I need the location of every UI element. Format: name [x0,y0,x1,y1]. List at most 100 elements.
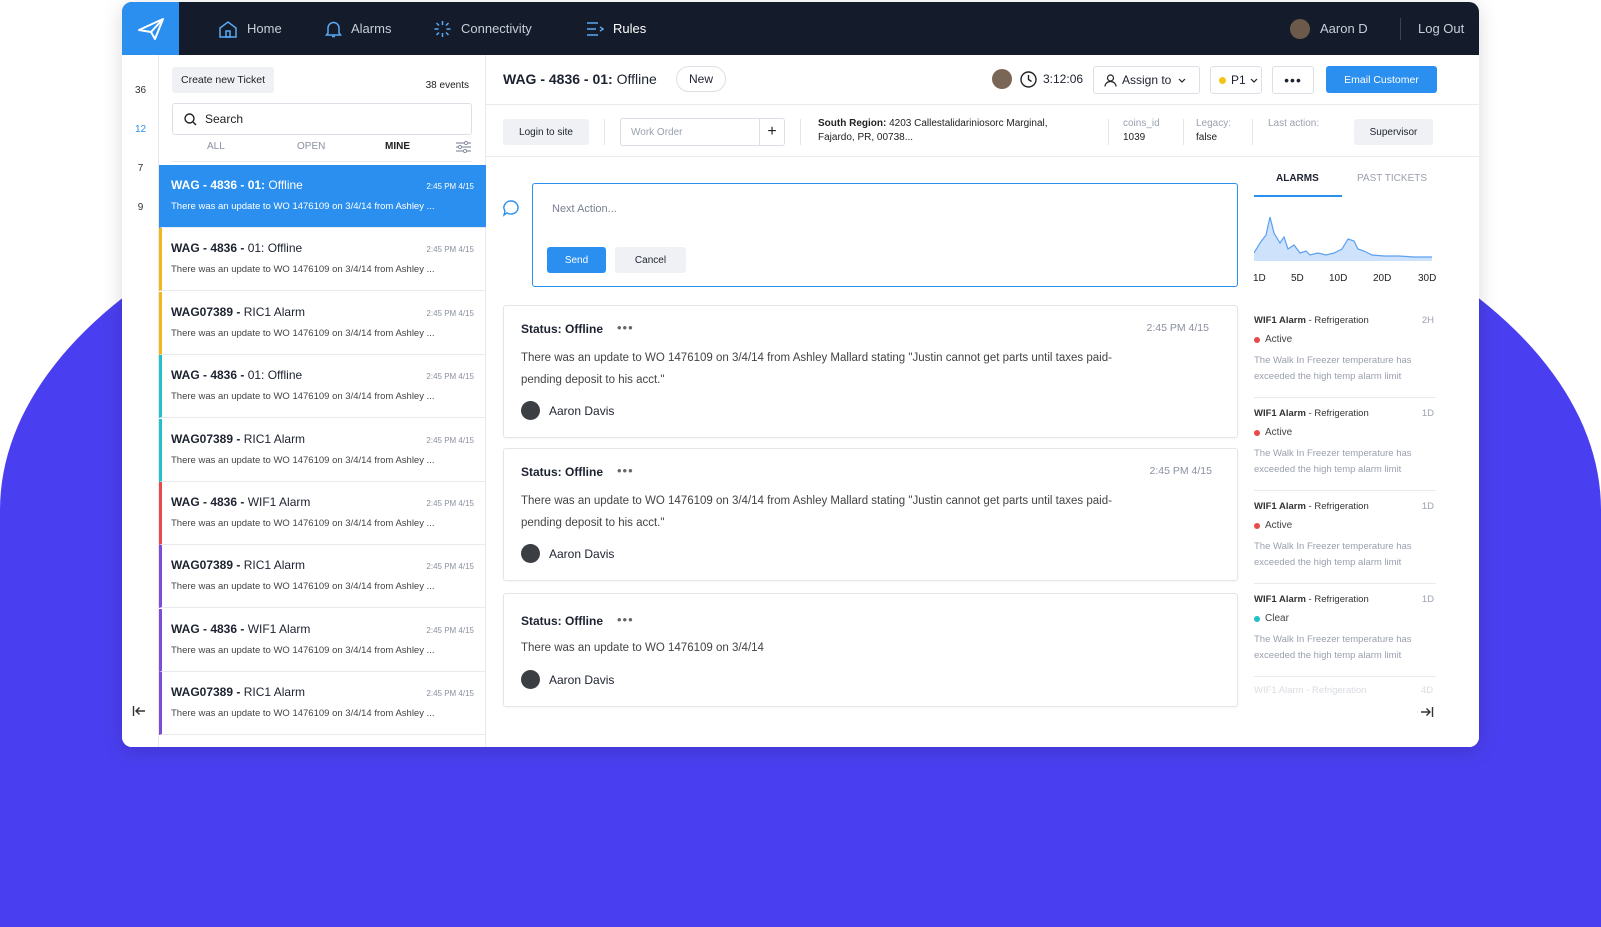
alarm-item[interactable]: WIF1 Alarm - Refrigeration 1D Active The… [1254,398,1436,491]
update-more-button[interactable]: ••• [617,612,634,627]
ticket-item[interactable]: WAG07389 - RIC1 Alarm 2:45 PM 4/15 There w… [159,672,486,736]
ticket-item[interactable]: WAG - 4836 - 01: Offline 2:45 PM 4/15 Ther… [159,228,486,292]
range-10d[interactable]: 10D [1329,273,1347,284]
rail-count[interactable]: 12 [122,124,159,135]
rail-count[interactable]: 9 [122,202,159,213]
alarm-status: Active [1254,334,1292,345]
alarm-age-faded: 4D [1421,685,1434,696]
email-customer-button[interactable]: Email Customer [1326,66,1437,93]
user-name: Aaron D [1320,21,1368,36]
divider [1183,119,1184,145]
title-status: Offline [612,71,657,87]
update-body: There was an update to WO 1476109 on 3/4… [521,352,1112,386]
ticket-time: 2:45 PM 4/15 [426,435,474,445]
alarm-item[interactable]: WIF1 Alarm - Refrigeration 2H Active The… [1254,305,1436,398]
alarm-category: - Refrigeration [1305,408,1369,419]
update-time: 2:45 PM 4/15 [1149,465,1212,477]
more-options-button[interactable]: ••• [1272,66,1314,94]
range-5d[interactable]: 5D [1291,273,1304,284]
nav-alarms[interactable]: Alarms [325,2,391,55]
ticket-preview: There was an update to WO 1476109 on 3/4… [171,391,435,403]
left-rail: 36 12 7 9 [122,55,159,747]
user-menu[interactable]: Aaron D [1290,2,1368,55]
avatar [521,401,540,420]
ticket-item[interactable]: WAG07389 - RIC1 Alarm 2:45 PM 4/15 There w… [159,418,486,482]
alarm-title: WIF1 Alarm - Refrigeration [1254,315,1369,326]
nav-divider [1400,18,1401,40]
ticket-preview: There was an update to WO 1476109 on 3/4… [171,264,435,276]
events-count: 38 events [425,80,469,91]
alarm-status-label: Clear [1265,613,1289,624]
alarm-name: WIF1 Alarm [1254,501,1306,512]
range-20d[interactable]: 20D [1373,273,1391,284]
tab-open[interactable]: OPEN [297,141,325,152]
cancel-button[interactable]: Cancel [615,247,686,273]
ticket-status: Offline [265,178,303,192]
status-dot [1254,429,1260,436]
ticket-status: 01: Offline [244,241,303,256]
tab-past-tickets[interactable]: PAST TICKETS [1357,173,1427,184]
alarm-status-label: Active [1265,334,1293,345]
create-ticket-button[interactable]: Create new Ticket [172,67,275,93]
logout-button[interactable]: Log Out [1418,2,1464,55]
alarm-item[interactable]: WIF1 Alarm - Refrigeration 1D Clear The … [1254,584,1436,677]
status-badge: New [676,66,727,92]
list-tabs: ALL OPEN MINE [172,140,472,161]
rail-count[interactable]: 7 [122,163,159,174]
tab-mine[interactable]: MINE [385,141,410,152]
legacy-value: false [1196,132,1218,143]
priority-dropdown[interactable]: P1 [1210,66,1262,94]
alarm-name: WIF1 Alarm [1254,408,1306,419]
divider [1108,119,1109,145]
expand-right-icon[interactable] [1420,705,1434,723]
collapse-left-icon[interactable] [132,705,146,720]
nav-connectivity[interactable]: Connectivity [433,2,532,55]
supervisor-button[interactable]: Supervisor [1354,119,1433,145]
app-logo[interactable] [122,2,179,55]
nav-rules-label: Rules [613,21,647,36]
legacy: Legacy: false [1196,117,1231,145]
alarm-age: 1D [1421,594,1434,605]
update-more-button[interactable]: ••• [617,463,634,478]
ticket-status: WIF1 Alarm [244,621,311,636]
ticket-item[interactable]: WAG07389 - RIC1 Alarm 2:45 PM 4/15 There w… [159,545,486,609]
update-status: Status: Offline [521,465,604,479]
ticket-time: 2:45 PM 4/15 [426,372,474,382]
ticket-item[interactable]: WAG07389 - RIC1 Alarm 2:45 PM 4/15 There w… [159,291,486,355]
nav-home[interactable]: Home [218,2,282,55]
tab-alarms[interactable]: ALARMS [1276,173,1319,184]
update-card: Status: Offline ••• 2:45 PM 4/15 There w… [503,448,1238,581]
ticket-item[interactable]: WAG - 4836 - 01: Offline 2:45 PM 4/15 Ther… [159,165,486,228]
rail-count[interactable]: 36 [122,85,159,96]
alarm-description: The Walk In Freezer temperature has exce… [1254,541,1412,568]
alarm-title: WIF1 Alarm - Refrigeration [1254,594,1369,605]
ticket-item[interactable]: WAG - 4836 - 01: Offline 2:45 PM 4/15 Ther… [159,355,486,419]
alarm-title: WIF1 Alarm - Refrigeration [1254,501,1369,512]
tab-all[interactable]: ALL [207,141,225,152]
ticket-time: 2:45 PM 4/15 [426,308,474,318]
update-body: There was an update to WO 1476109 on 3/4… [521,642,764,654]
ticket-item[interactable]: WAG - 4836 - WIF1 Alarm 2:45 PM 4/15 There… [159,608,486,672]
assign-dropdown[interactable]: Assign to [1093,66,1200,94]
ticket-time: 2:45 PM 4/15 [426,245,474,255]
next-action-input[interactable]: Next Action... Send Cancel [532,183,1238,287]
ticket-time: 2:45 PM 4/15 [426,182,474,191]
add-work-order-button[interactable]: + [759,119,784,145]
alarm-item-faded[interactable]: WIF1 Alarm - Refrigeration [1254,685,1366,696]
status-dot [1254,522,1260,529]
login-to-site-button[interactable]: Login to site [503,119,589,145]
nav-rules[interactable]: Rules [586,2,646,55]
update-author: Aaron Davis [521,544,614,563]
send-button[interactable]: Send [547,247,606,273]
ticket-id: WAG - 4836 - [171,621,245,636]
filter-icon[interactable] [455,140,472,159]
ticket-item[interactable]: WAG - 4836 - WIF1 Alarm 2:45 PM 4/15 There… [159,482,486,545]
search-input[interactable]: Search [172,103,472,135]
update-card: Status: Offline ••• 2:45 PM 4/15 There w… [503,305,1238,438]
range-30d[interactable]: 30D [1418,273,1436,284]
update-more-button[interactable]: ••• [617,320,634,335]
ticket-preview: There was an update to WO 1476109 on 3/4… [171,581,435,593]
range-1d[interactable]: 1D [1253,273,1266,284]
alarm-item[interactable]: WIF1 Alarm - Refrigeration 1D Active The… [1254,491,1436,584]
work-order-input[interactable]: Work Order + [620,118,785,146]
